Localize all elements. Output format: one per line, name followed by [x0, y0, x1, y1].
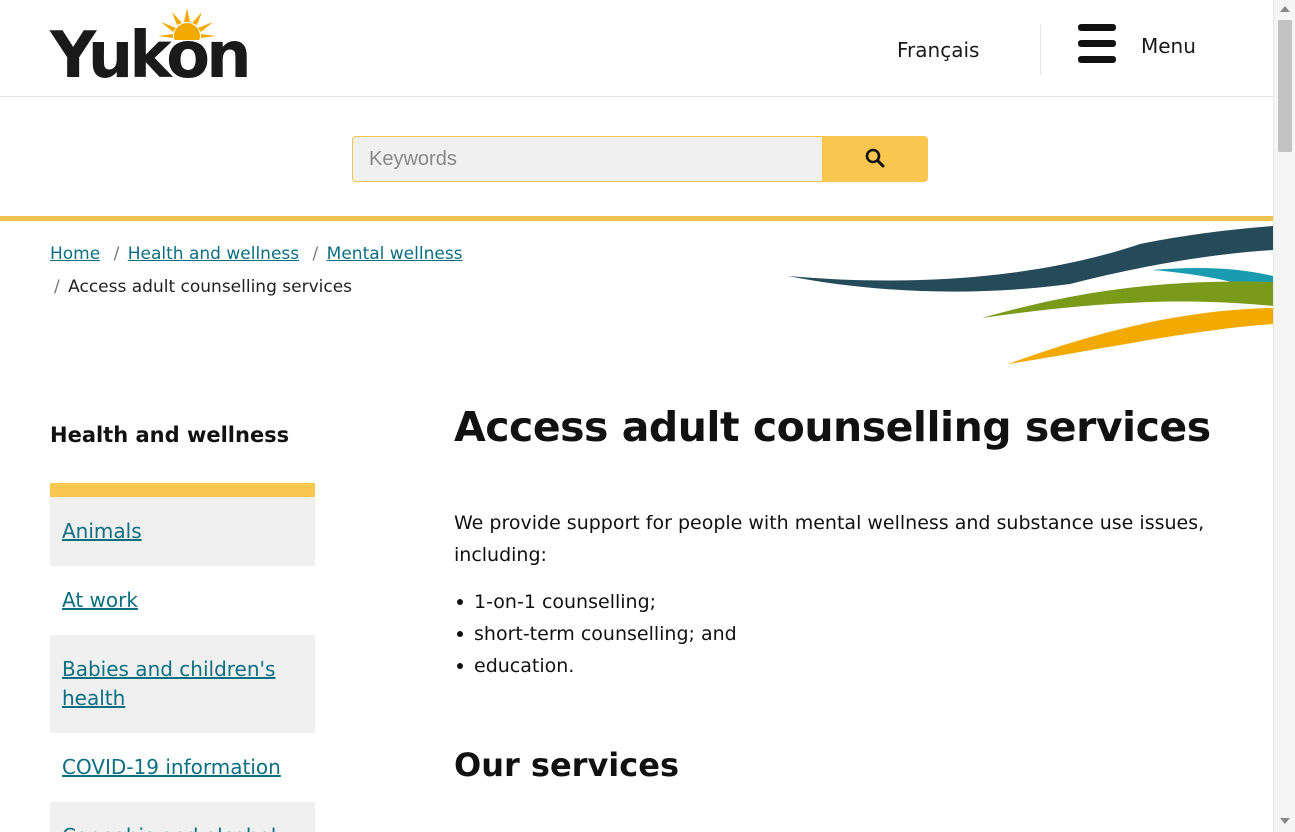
- menu-label: Menu: [1141, 34, 1196, 58]
- page-title: Access adult counselling services: [454, 403, 1211, 451]
- search-button[interactable]: [822, 136, 928, 182]
- breadcrumb-separator: /: [113, 244, 120, 264]
- search-input[interactable]: [352, 136, 823, 182]
- header-divider: [1040, 25, 1041, 75]
- sidebar-item-cannabis-and-alcohol[interactable]: Cannabis and alcohol: [50, 802, 315, 832]
- decorative-swooshes: [788, 226, 1273, 364]
- logo-wordmark: Yukon: [50, 19, 252, 93]
- site-header: Yukon Français Menu: [0, 0, 1273, 97]
- breadcrumb-current: Access adult counselling services: [68, 277, 353, 297]
- menu-button[interactable]: Menu: [1078, 24, 1218, 66]
- intro-paragraph: We provide support for people with menta…: [454, 512, 1205, 566]
- breadcrumb-separator: /: [54, 277, 60, 297]
- vertical-scrollbar[interactable]: [1273, 0, 1295, 832]
- breadcrumb-separator: /: [312, 244, 319, 264]
- list-item: education.: [457, 650, 737, 682]
- services-list: 1-on-1 counselling; short-term counselli…: [457, 586, 737, 682]
- language-toggle-link[interactable]: Français: [897, 38, 979, 62]
- hamburger-icon: [1078, 24, 1116, 64]
- sidebar-title: Health and wellness: [50, 423, 290, 447]
- scrollbar-thumb[interactable]: [1278, 20, 1292, 152]
- scroll-up-arrow-icon[interactable]: [1280, 6, 1290, 12]
- breadcrumb: Home / Health and wellness / Mental well…: [50, 238, 550, 304]
- sidebar-item-covid-19-information[interactable]: COVID-19 information: [50, 733, 315, 802]
- search-band: [0, 97, 1273, 221]
- list-item: short-term counselling; and: [457, 618, 737, 650]
- list-item: 1-on-1 counselling;: [457, 586, 737, 618]
- sidebar-item-babies-and-childrens-health[interactable]: Babies and children's health: [50, 635, 315, 733]
- swoosh-navy: [788, 226, 1273, 292]
- sidebar-item-animals[interactable]: Animals: [50, 497, 315, 566]
- section-heading-our-services: Our services: [454, 746, 679, 784]
- search-icon: [865, 148, 885, 168]
- scroll-down-arrow-icon[interactable]: [1280, 818, 1290, 824]
- sidebar-nav: Animals At work Babies and children's he…: [50, 483, 315, 832]
- breadcrumb-home[interactable]: Home: [50, 244, 100, 264]
- breadcrumb-mental-wellness[interactable]: Mental wellness: [327, 244, 463, 264]
- breadcrumb-health-and-wellness[interactable]: Health and wellness: [128, 244, 299, 264]
- sidebar-item-at-work[interactable]: At work: [50, 566, 315, 635]
- yukon-logo[interactable]: Yukon: [50, 8, 252, 88]
- swoosh-orange: [1008, 308, 1273, 364]
